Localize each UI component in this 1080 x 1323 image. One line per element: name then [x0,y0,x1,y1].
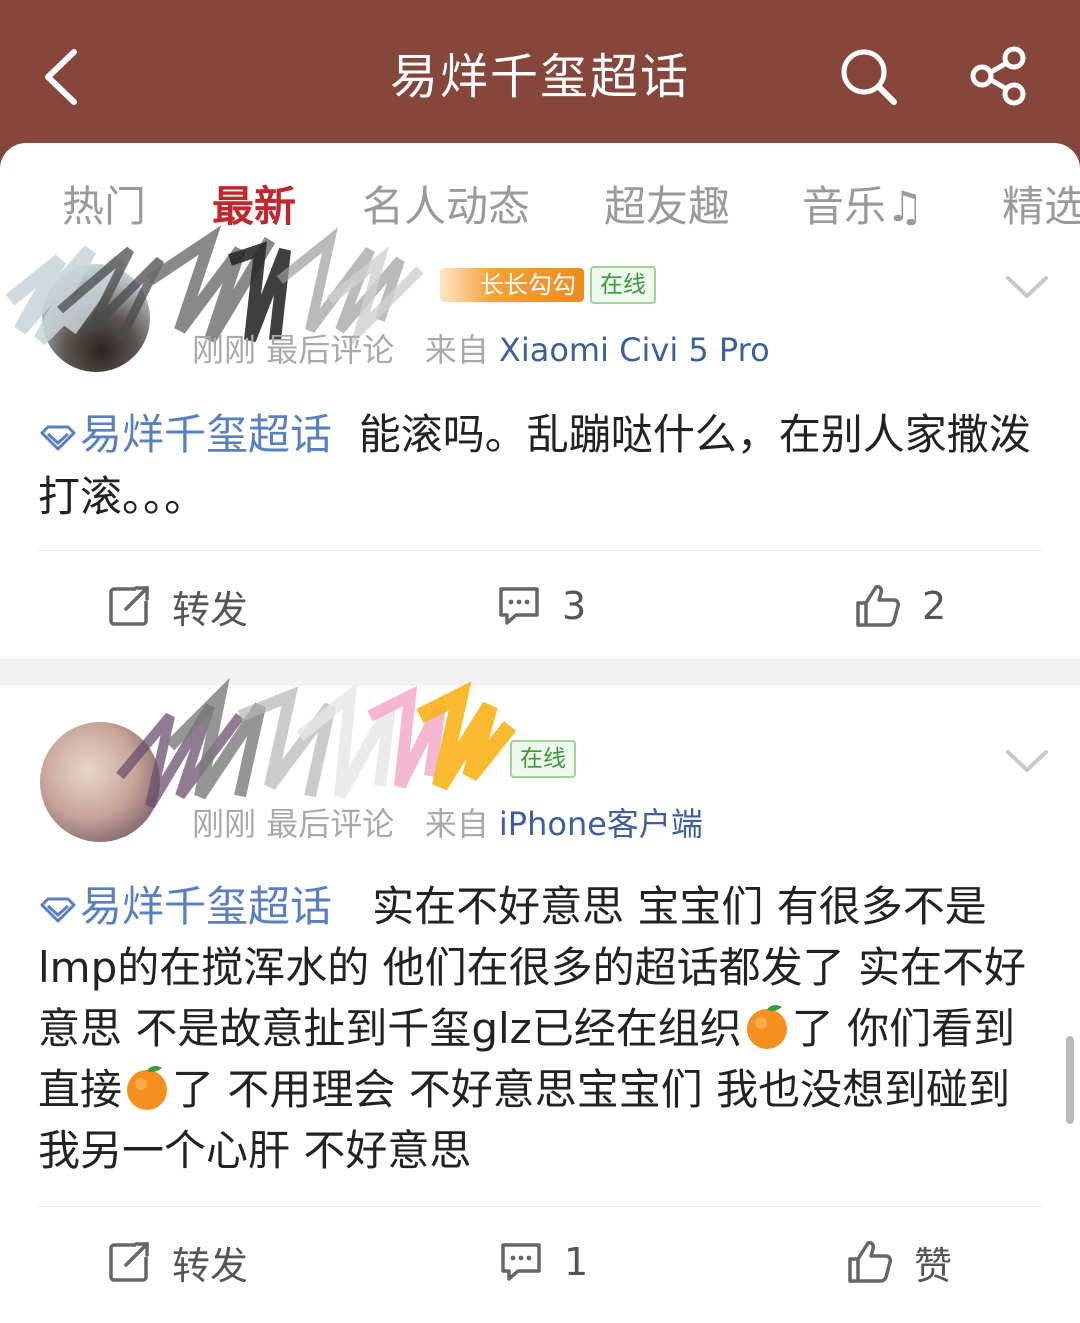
from-label: 来自 [424,805,489,843]
tab-featured[interactable]: 精选 [1002,177,1080,237]
post-menu-button[interactable] [1004,272,1050,302]
post-text-part-3: 了 不用理会 不好意思宝宝们 我也没想到碰到我另一个心肝 不好意思 [38,1065,1011,1175]
post-source[interactable]: iPhone客户端 [499,805,703,843]
chevron-down-icon [1006,750,1048,772]
from-label: 来自 [424,331,489,369]
topic-link[interactable]: 易烊千玺超话 [38,882,332,931]
topic-label: 易烊千玺超话 [80,882,333,931]
orange-emoji-icon [746,1005,787,1049]
comment-icon [501,1243,541,1281]
repost-icon [109,586,149,626]
thumbs-up-icon [856,585,900,627]
post-meta: 刚刚 最后评论 来自 Xiaomi Civi 5 Pro [192,330,770,370]
repost-label: 转发 [172,587,249,632]
diamond-icon [40,897,76,923]
comment-button[interactable]: 1 [498,1232,588,1292]
post-time: 刚刚 [192,805,257,843]
post-source[interactable]: Xiaomi Civi 5 Pro [499,331,770,369]
comment-button[interactable]: 3 [496,576,586,636]
comment-count: 3 [562,584,587,628]
tab-music[interactable]: 音乐♫ [802,177,924,237]
post-time: 刚刚 [192,331,257,369]
topic-link[interactable]: 易烊千玺超话 [38,410,332,459]
comment-count: 1 [564,1240,589,1284]
scrollbar[interactable] [1066,1036,1074,1124]
divider [38,1206,1042,1207]
like-button[interactable]: 赞 [846,1232,952,1292]
like-count: 2 [922,584,947,628]
repost-button[interactable]: 转发 [106,1232,248,1292]
online-badge: 在线 [590,266,656,304]
like-button[interactable]: 2 [854,576,946,636]
share-button[interactable] [966,44,1030,108]
diamond-icon [40,425,76,451]
topic-label: 易烊千玺超话 [80,410,333,459]
repost-button[interactable]: 转发 [106,576,248,636]
post-body: 易烊千玺超话 能滚吗。乱蹦哒什么，在别人家撒泼打滚。。。 [38,404,1048,528]
thumbs-up-icon [848,1241,892,1283]
search-icon [841,49,897,105]
repost-label: 转发 [172,1243,249,1288]
comment-icon [499,587,539,625]
orange-emoji-icon [127,1066,168,1110]
post-meta: 刚刚 最后评论 来自 iPhone客户端 [192,804,703,844]
page-title: 易烊千玺超话 [389,49,690,105]
share-icon [970,46,1026,106]
last-comment-label: 最后评论 [266,331,395,369]
chevron-down-icon [1006,276,1048,298]
divider [38,550,1042,551]
tab-fan-fun[interactable]: 超友趣 [604,177,730,237]
level-badge: 长长勾勾 [440,268,584,302]
search-button[interactable] [836,44,900,108]
last-comment-label: 最后评论 [266,805,395,843]
post-body: 易烊千玺超话 实在不好意思 宝宝们 有很多不是lmp的在搅浑水的 他们在很多的超… [38,876,1048,1181]
post-menu-button[interactable] [1004,746,1050,776]
online-badge: 在线 [510,740,576,778]
repost-icon [109,1242,149,1282]
like-label: 赞 [914,1243,953,1288]
